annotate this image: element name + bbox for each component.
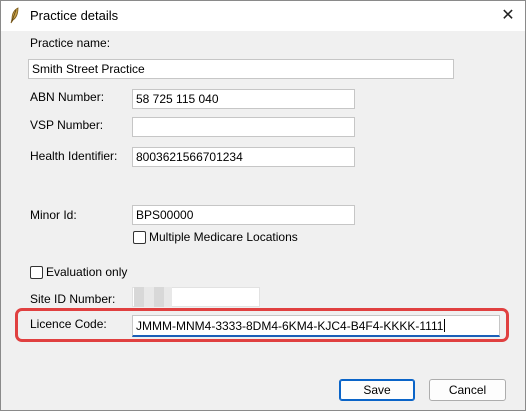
minor-id-label: Minor Id: (30, 208, 77, 222)
multiple-medicare-label: Multiple Medicare Locations (149, 230, 298, 244)
health-identifier-label: Health Identifier: (30, 149, 118, 163)
site-id-label: Site ID Number: (30, 292, 116, 306)
text-caret (444, 319, 446, 332)
window-title: Practice details (30, 8, 119, 23)
abn-label: ABN Number: (30, 90, 105, 104)
cancel-button[interactable]: Cancel (429, 379, 506, 401)
feather-quill-icon (7, 7, 23, 25)
save-button[interactable]: Save (339, 379, 415, 401)
multiple-medicare-checkbox[interactable] (133, 231, 146, 244)
title-bar: Practice details ✕ (1, 1, 525, 31)
vsp-label: VSP Number: (30, 118, 104, 132)
vsp-field[interactable] (132, 117, 355, 137)
evaluation-only-checkbox[interactable] (30, 266, 43, 279)
practice-details-dialog: Practice details ✕ Practice name: Smith … (0, 0, 526, 411)
licence-code-label: Licence Code: (30, 317, 107, 331)
abn-field[interactable]: 58 725 115 040 (132, 89, 355, 109)
practice-name-field[interactable]: Smith Street Practice (28, 59, 454, 79)
licence-code-value: JMMM-MNM4-3333-8DM4-6KM4-KJC4-B4F4-KKKK-… (136, 319, 444, 333)
licence-code-field[interactable]: JMMM-MNM4-3333-8DM4-6KM4-KJC4-B4F4-KKKK-… (132, 315, 500, 337)
evaluation-only-label: Evaluation only (46, 265, 128, 279)
minor-id-field[interactable]: BPS00000 (132, 205, 355, 225)
close-icon[interactable]: ✕ (491, 1, 525, 31)
redacted-site-id (134, 287, 172, 307)
health-identifier-field[interactable]: 8003621566701234 (132, 147, 355, 167)
practice-name-label: Practice name: (30, 36, 111, 50)
dialog-body: Practice name: Smith Street Practice ABN… (1, 31, 525, 410)
